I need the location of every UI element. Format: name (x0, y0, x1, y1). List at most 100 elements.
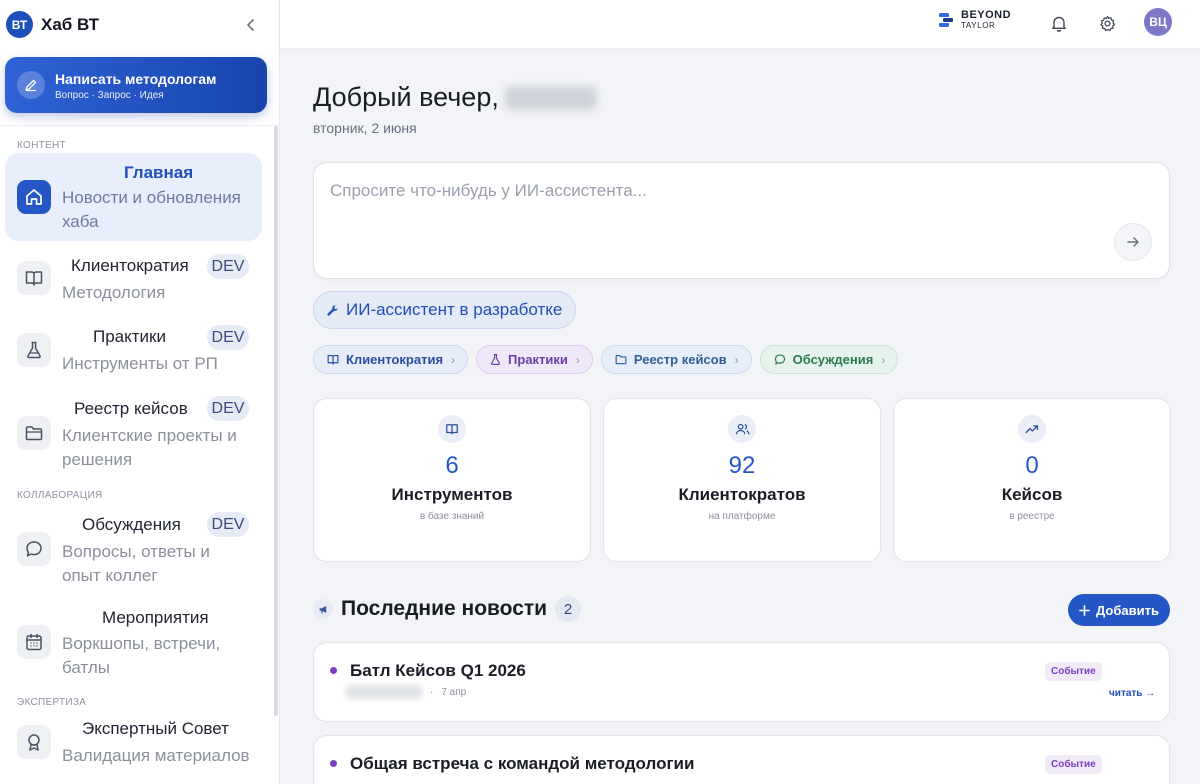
section-chips: Клиентократия › Практики › Реестр кейсов… (313, 345, 899, 374)
stat-value: 6 (445, 452, 459, 479)
chevron-right-icon: › (734, 352, 739, 367)
ai-assistant-box (313, 162, 1170, 279)
chip-practices[interactable]: Практики › (476, 345, 593, 374)
chip-label: Клиентократия (346, 352, 444, 367)
chevron-right-icon: › (575, 352, 580, 367)
user-name-redacted (504, 85, 597, 110)
sidebar-item-events[interactable]: Мероприятия Воркшопы, встречи, батлы (5, 602, 262, 686)
chip-clientocracy[interactable]: Клиентократия › (313, 345, 469, 374)
chat-icon (17, 532, 51, 566)
sidebar-item-desc: Валидация материалов (62, 746, 250, 765)
section-label-expertise: ЭКСПЕРТИЗА (17, 697, 87, 708)
news-card[interactable]: Общая встреча с командой методологии Соб… (313, 735, 1170, 784)
chip-label: Обсуждения (792, 352, 874, 367)
sidebar-item-desc: Воркшопы, встречи, батлы (62, 634, 221, 677)
read-link[interactable]: читать → (1109, 688, 1155, 699)
news-meta: · 7 апр (346, 685, 466, 699)
settings-button[interactable] (1096, 12, 1118, 34)
chip-case-registry[interactable]: Реестр кейсов › (600, 345, 752, 374)
sidebar-item-case-registry[interactable]: Реестр кейсов DEV Клиентские проекты и р… (5, 393, 262, 477)
brand-title: Хаб ВТ (41, 14, 100, 34)
chip-discussions[interactable]: Обсуждения › (759, 345, 899, 374)
folder-icon (17, 416, 51, 450)
add-news-button[interactable]: Добавить (1068, 594, 1170, 626)
sidebar-item-desc: Инструменты от РП (62, 354, 218, 373)
trend-up-icon (1018, 415, 1046, 443)
write-button-subtitle: Вопрос · Запрос · Идея (55, 89, 164, 101)
sidebar-item-expert-council[interactable]: Экспертный Совет Валидация материалов (5, 714, 262, 784)
award-icon (17, 725, 51, 759)
greeting: Добрый вечер, (313, 82, 597, 113)
top-bar: BEYOND TAYLOR ВЦ (280, 0, 1200, 49)
home-icon (17, 180, 51, 214)
sidebar-scrollbar[interactable] (274, 126, 278, 716)
flask-icon (17, 333, 51, 367)
news-card[interactable]: Батл Кейсов Q1 2026 Событие · 7 апр чита… (313, 642, 1170, 722)
write-methodologists-button[interactable]: Написать методологам Вопрос · Запрос · И… (5, 57, 267, 113)
stat-sub: в реестре (1009, 511, 1055, 522)
brand[interactable]: ВТ Хаб ВТ (6, 11, 99, 38)
news-item-title[interactable]: Общая встреча с командой методологии (350, 754, 694, 774)
dev-badge: DEV (207, 512, 249, 537)
news-section-title: Последние новости (341, 597, 548, 620)
stat-card-cases[interactable]: 0 Кейсов в реестре (893, 398, 1171, 562)
book-icon (438, 415, 466, 443)
sidebar-item-practices[interactable]: Практики DEV Инструменты от РП (5, 321, 262, 381)
news-bullet (330, 760, 337, 767)
sidebar-item-title: Практики (93, 327, 166, 346)
stat-card-clientocrats[interactable]: 92 Клиентократов на платформе (603, 398, 881, 562)
dev-badge: DEV (207, 325, 249, 350)
chat-icon (774, 354, 785, 365)
sidebar: ВТ Хаб ВТ Написать методологам Вопрос · … (0, 0, 280, 784)
sidebar-item-desc: Новости и обновления хаба (62, 188, 241, 231)
sidebar-item-title: Главная (124, 163, 194, 182)
folder-icon (615, 355, 627, 365)
logo-line1: BEYOND (961, 9, 1012, 21)
pencil-icon (17, 71, 45, 99)
book-icon (17, 261, 51, 295)
megaphone-icon (313, 599, 333, 619)
ai-dev-status-pill[interactable]: ИИ-ассистент в разработке (313, 291, 577, 329)
sidebar-item-title: Клиентократия (71, 256, 189, 275)
dev-pill-label: ИИ-ассистент в разработке (346, 300, 563, 319)
plus-icon (1079, 604, 1090, 616)
sidebar-item-title: Реестр кейсов (74, 399, 188, 418)
logo-line2: TAYLOR (961, 21, 996, 30)
news-bullet (330, 667, 337, 674)
sidebar-item-desc: Вопросы, ответы и опыт коллег (62, 542, 210, 585)
dev-badge: DEV (207, 254, 249, 279)
section-label-collab: КОЛЛАБОРАЦИЯ (17, 490, 103, 501)
sidebar-item-title: Экспертный Совет (82, 719, 229, 738)
chevron-right-icon: › (881, 352, 886, 367)
sidebar-item-desc: Клиентские проекты и решения (62, 426, 237, 469)
news-item-title[interactable]: Батл Кейсов Q1 2026 (350, 661, 526, 681)
meta-separator: · (430, 686, 434, 698)
current-date: вторник, 2 июня (313, 120, 417, 136)
news-date: 7 апр (441, 686, 467, 698)
notifications-button[interactable] (1048, 12, 1070, 34)
bell-icon (1052, 16, 1066, 32)
section-label-content: КОНТЕНТ (17, 140, 66, 151)
sidebar-item-clientocracy[interactable]: Клиентократия DEV Методология (5, 250, 262, 306)
stat-sub: в базе знаний (419, 511, 485, 522)
write-button-title: Написать методологам (55, 70, 217, 87)
news-header: Последние новости 2 (313, 596, 582, 622)
users-icon (728, 415, 756, 443)
stat-value: 92 (728, 452, 756, 479)
stat-card-tools[interactable]: 6 Инструментов в базе знаний (313, 398, 591, 562)
stat-value: 0 (1025, 452, 1039, 479)
ai-assistant-input[interactable] (330, 181, 1110, 201)
sidebar-divider (0, 125, 278, 126)
news-count-badge: 2 (555, 596, 582, 622)
add-button-label: Добавить (1096, 602, 1159, 618)
user-avatar[interactable]: ВЦ (1144, 8, 1172, 36)
author-redacted (346, 685, 422, 699)
sidebar-item-title: Обсуждения (82, 515, 181, 534)
chevron-right-icon: › (451, 352, 456, 367)
sidebar-item-home[interactable]: Главная Новости и обновления хаба (5, 153, 262, 241)
sidebar-item-discussions[interactable]: Обсуждения DEV Вопросы, ответы и опыт ко… (5, 509, 262, 593)
chip-label: Реестр кейсов (633, 352, 727, 367)
collapse-sidebar-button[interactable] (242, 16, 260, 34)
stat-label: Инструментов (391, 485, 513, 504)
ai-send-button[interactable] (1114, 223, 1152, 261)
